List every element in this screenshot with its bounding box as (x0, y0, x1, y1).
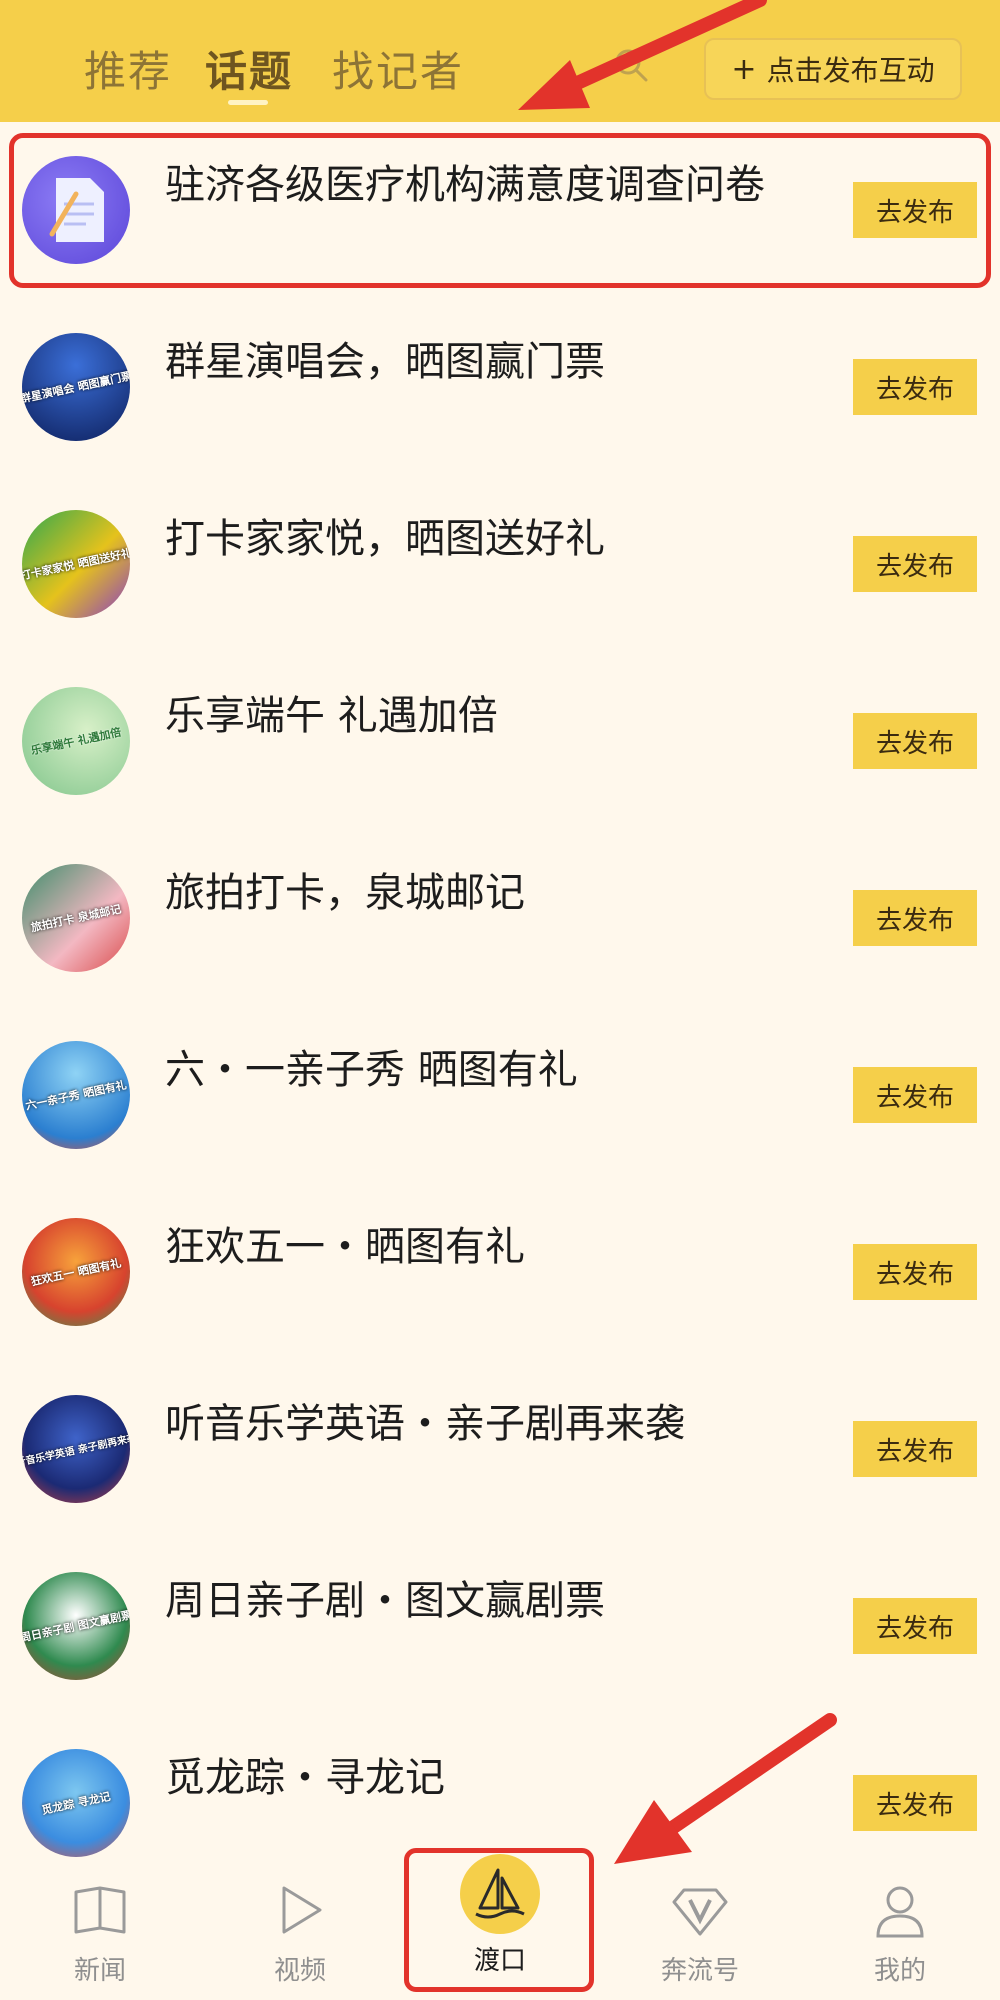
plus-icon: + (731, 51, 757, 87)
nav-label: 奔流号 (660, 1956, 739, 1986)
book-icon (74, 1886, 126, 1934)
tab-topics[interactable]: 话题 (205, 38, 293, 99)
publish-interaction-label: 点击发布互动 (766, 54, 935, 87)
topic-title[interactable]: 旅拍打卡，泉城邮记 (165, 860, 525, 918)
topic-row[interactable]: 狂欢五一 晒图有礼 狂欢五一・晒图有礼 去发布 (0, 1184, 1000, 1361)
publish-interaction-button[interactable]: + 点击发布互动 (704, 38, 962, 100)
search-icon[interactable] (614, 48, 648, 82)
nav-news[interactable]: 新闻 (40, 1880, 160, 1987)
topic-title[interactable]: 乐享端午 礼遇加倍 (165, 683, 498, 741)
topic-thumbnail: 旅拍打卡 泉城邮记 (22, 864, 130, 972)
topic-title[interactable]: 六・一亲子秀 晒图有礼 (165, 1037, 578, 1095)
topic-thumbnail: 六一亲子秀 晒图有礼 (22, 1041, 130, 1149)
topic-thumbnail: 觅龙踪 寻龙记 (22, 1749, 130, 1857)
topic-thumbnail: 周日亲子剧 图文赢剧票 (22, 1572, 130, 1680)
topic-row[interactable]: 六一亲子秀 晒图有礼 六・一亲子秀 晒图有礼 去发布 (0, 1007, 1000, 1184)
topic-title[interactable]: 狂欢五一・晒图有礼 (165, 1214, 525, 1272)
diamond-v-icon (672, 1888, 728, 1936)
topic-thumbnail: 群星演唱会 晒图赢门票 (22, 333, 130, 441)
highlight-nav-ferry (404, 1848, 594, 1992)
topic-row[interactable]: 打卡家家悦 晒图送好礼 打卡家家悦，晒图送好礼 去发布 (0, 476, 1000, 653)
topic-title[interactable]: 周日亲子剧・图文赢剧票 (165, 1568, 605, 1626)
active-tab-indicator (228, 100, 268, 105)
topic-row[interactable]: 听音乐学英语 亲子剧再来袭 听音乐学英语・亲子剧再来袭 去发布 (0, 1361, 1000, 1538)
topic-title[interactable]: 打卡家家悦，晒图送好礼 (165, 506, 605, 564)
go-publish-button[interactable]: 去发布 (853, 536, 977, 592)
topic-thumbnail: 听音乐学英语 亲子剧再来袭 (22, 1395, 130, 1503)
topic-thumbnail: 打卡家家悦 晒图送好礼 (22, 510, 130, 618)
topic-row[interactable]: 旅拍打卡 泉城邮记 旅拍打卡，泉城邮记 去发布 (0, 830, 1000, 1007)
topic-title[interactable]: 听音乐学英语・亲子剧再来袭 (165, 1391, 685, 1449)
topic-title[interactable]: 觅龙踪・寻龙记 (165, 1745, 445, 1803)
topic-thumbnail: 狂欢五一 晒图有礼 (22, 1218, 130, 1326)
topic-thumbnail: 乐享端午 礼遇加倍 (22, 687, 130, 795)
go-publish-button[interactable]: 去发布 (853, 1598, 977, 1654)
go-publish-button[interactable]: 去发布 (853, 713, 977, 769)
nav-label: 视频 (273, 1956, 326, 1986)
nav-label: 新闻 (73, 1956, 126, 1986)
go-publish-button[interactable]: 去发布 (853, 359, 977, 415)
tab-recommend[interactable]: 推荐 (84, 38, 172, 99)
user-icon (876, 1886, 924, 1938)
nav-label: 我的 (873, 1956, 926, 1986)
go-publish-button[interactable]: 去发布 (853, 1067, 977, 1123)
topic-row[interactable]: 群星演唱会 晒图赢门票 群星演唱会，晒图赢门票 去发布 (0, 299, 1000, 476)
nav-benliu[interactable]: 奔流号 (640, 1880, 760, 1987)
topic-row[interactable]: 周日亲子剧 图文赢剧票 周日亲子剧・图文赢剧票 去发布 (0, 1538, 1000, 1715)
top-header: 推荐 话题 找记者 + 点击发布互动 (0, 0, 1000, 122)
nav-video[interactable]: 视频 (240, 1880, 360, 1987)
go-publish-button[interactable]: 去发布 (853, 1421, 977, 1477)
go-publish-button[interactable]: 去发布 (853, 890, 977, 946)
play-icon (282, 1886, 322, 1934)
go-publish-button[interactable]: 去发布 (853, 1775, 977, 1831)
nav-me[interactable]: 我的 (840, 1880, 960, 1987)
topic-row[interactable]: 乐享端午 礼遇加倍 乐享端午 礼遇加倍 去发布 (0, 653, 1000, 830)
topic-title[interactable]: 群星演唱会，晒图赢门票 (165, 329, 605, 387)
tab-find-reporter[interactable]: 找记者 (332, 38, 464, 99)
highlight-first-topic (9, 133, 991, 288)
go-publish-button[interactable]: 去发布 (853, 1244, 977, 1300)
